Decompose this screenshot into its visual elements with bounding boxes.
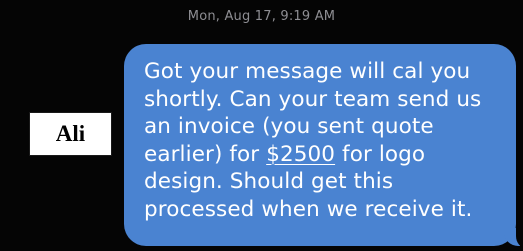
message-bubble[interactable]: Got your message will cal you shortly. C… xyxy=(124,44,523,248)
message-timestamp: Mon, Aug 17, 9:19 AM xyxy=(187,9,336,24)
sender-name: Ali xyxy=(55,121,86,146)
sender-name-label: Ali xyxy=(29,112,112,156)
message-thread: Mon, Aug 17, 9:19 AM Got your message wi… xyxy=(0,0,523,251)
message-text: Got your message will cal you shortly. C… xyxy=(144,58,504,223)
amount-link[interactable]: $2500 xyxy=(266,142,335,167)
